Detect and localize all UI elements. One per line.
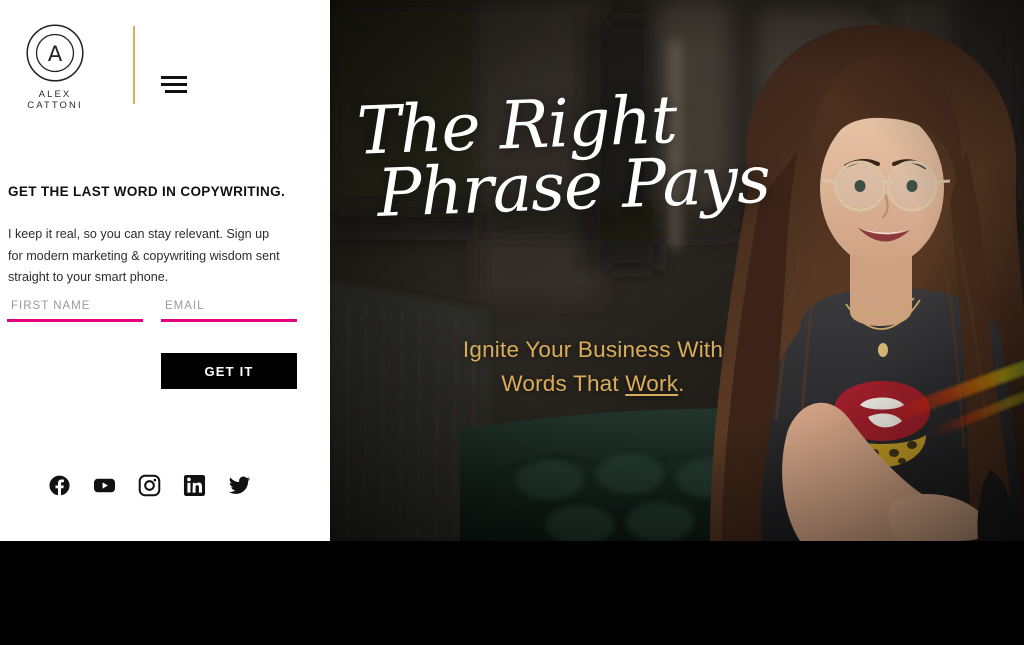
social-links [48, 472, 298, 498]
optin-panel: A ALEX CATTONI GET THE LAST WORD IN COPY… [0, 0, 330, 541]
landing-page: A ALEX CATTONI GET THE LAST WORD IN COPY… [0, 0, 1024, 645]
signup-form: FIRST NAME EMAIL GET IT [0, 300, 330, 410]
hero-sub-link-work[interactable]: Work [625, 371, 678, 396]
brand-header: A ALEX CATTONI [0, 22, 330, 114]
press-logo-bar: mindvalley ADWORLD THE FEMALE HUSTLERS F… [0, 541, 1024, 645]
hero-section: A ALEX CATTONI GET THE LAST WORD IN COPY… [0, 0, 1024, 541]
hamburger-bar-3 [165, 90, 187, 93]
hamburger-menu-icon[interactable] [161, 76, 189, 96]
first-name-label: FIRST NAME [11, 300, 91, 312]
hero-image-area: The Right Phrase Pays Ignite Your Busine… [330, 0, 1024, 541]
hero-copy: The Right Phrase Pays Ignite Your Busine… [330, 0, 1024, 541]
first-name-field[interactable]: FIRST NAME [7, 300, 143, 322]
circle-a-monogram-icon: A [26, 24, 84, 82]
hero-sub-line2-pre: Words That [501, 371, 626, 397]
hero-sub-line1: Ignite Your Business With [462, 337, 724, 362]
optin-description: I keep it real, so you can stay relevant… [8, 227, 280, 285]
instagram-icon[interactable] [138, 474, 161, 497]
page-title: GET THE LAST WORD IN COPYWRITING. [8, 184, 286, 199]
get-it-button[interactable]: GET IT [161, 353, 297, 389]
hamburger-bar-1 [161, 76, 187, 79]
facebook-icon[interactable] [48, 474, 71, 497]
svg-text:A: A [48, 42, 63, 66]
header-divider [133, 26, 135, 104]
hero-headline: The Right Phrase Pays [356, 81, 780, 233]
logo[interactable]: A ALEX CATTONI [9, 22, 101, 111]
hero-sub-line2-post: . [678, 371, 685, 397]
email-label: EMAIL [165, 300, 205, 312]
first-name-underline [7, 319, 143, 322]
linkedin-icon[interactable] [183, 474, 206, 497]
logo-wordmark: ALEX CATTONI [27, 89, 83, 111]
email-field[interactable]: EMAIL [161, 300, 297, 322]
youtube-icon[interactable] [93, 474, 116, 497]
twitter-icon[interactable] [228, 474, 251, 497]
hero-subheadline: Ignite Your Business With Words That Wor… [418, 333, 768, 401]
email-underline [161, 319, 297, 322]
hero-headline-line2: Phrase Pays [375, 141, 772, 233]
hamburger-bar-2 [161, 83, 187, 86]
